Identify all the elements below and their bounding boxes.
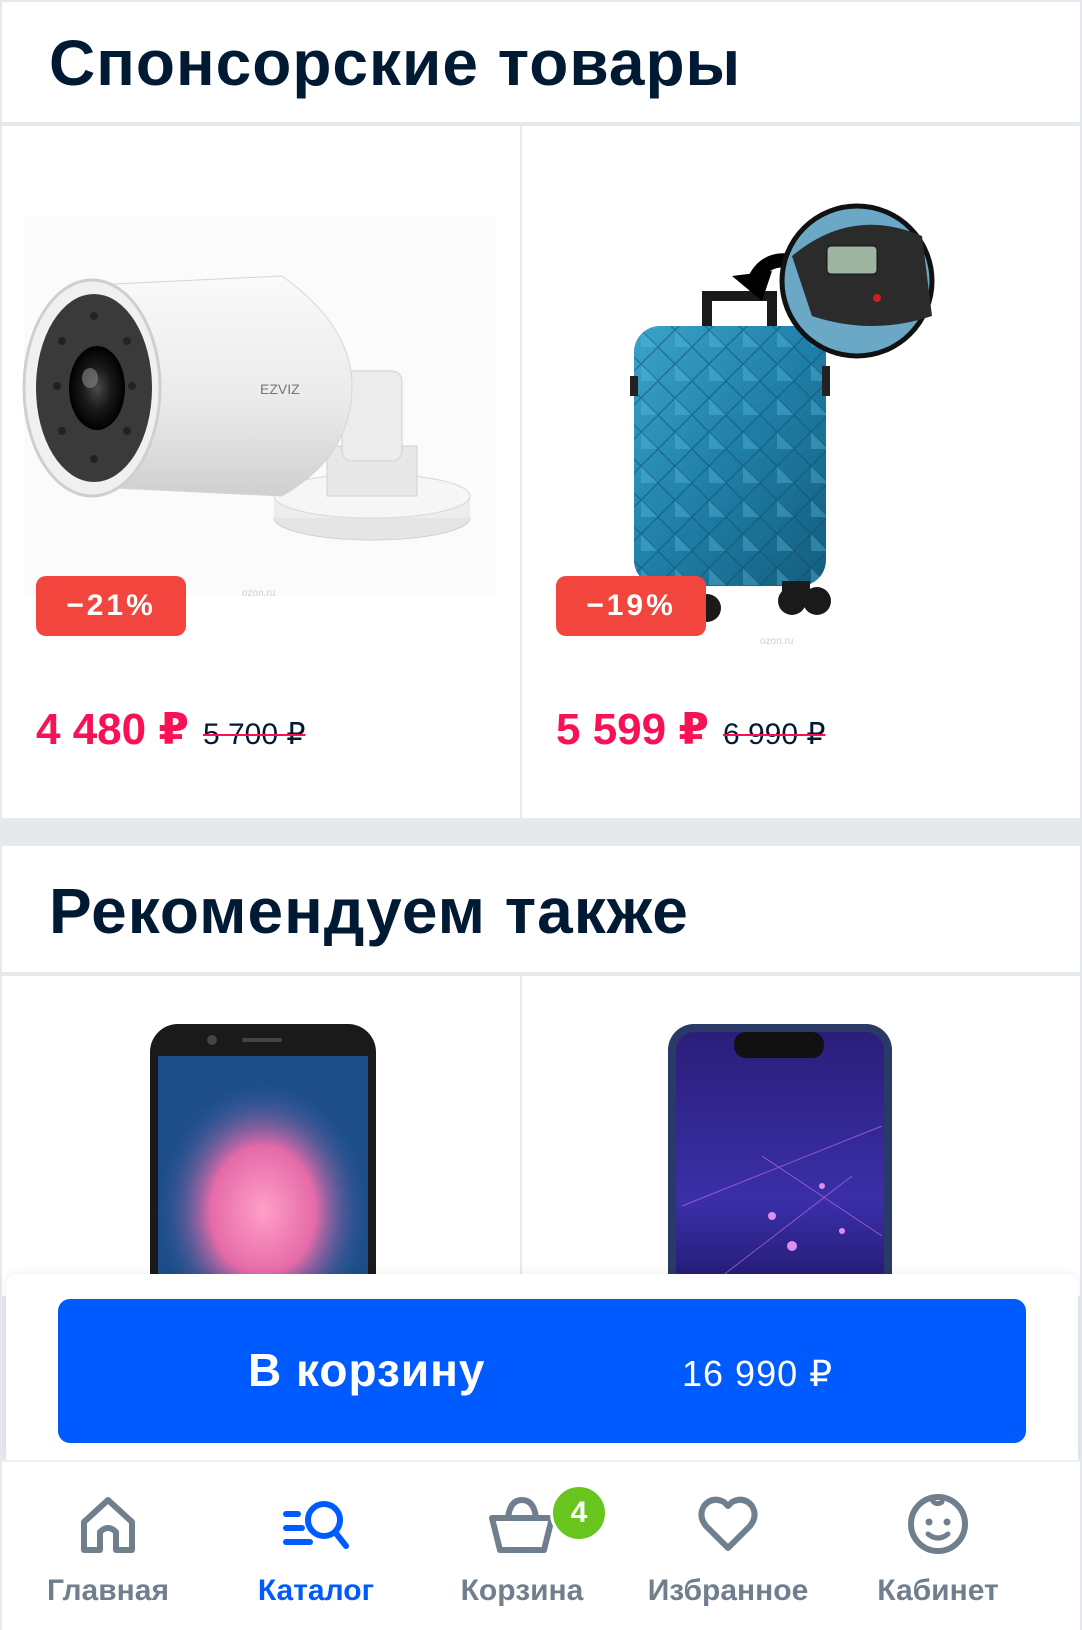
- add-to-cart-panel: В корзину 16 990 ₽: [6, 1274, 1078, 1460]
- phone-image[interactable]: [2, 976, 520, 1296]
- nav-favorites[interactable]: Избранное: [628, 1462, 828, 1630]
- nav-profile-label: Кабинет: [877, 1574, 999, 1607]
- sponsored-title: Спонсорские товары: [2, 2, 1080, 122]
- recommended-title: Рекомендуем также: [2, 846, 1080, 972]
- catalog-search-icon: [283, 1501, 349, 1549]
- heart-icon: [698, 1496, 758, 1551]
- add-to-cart-price: 16 990 ₽: [682, 1353, 834, 1394]
- suitcase-watermark: ozon.ru: [760, 636, 793, 647]
- discount-badge: −21%: [36, 576, 186, 636]
- product-old-price: 5 700 ₽: [202, 718, 306, 751]
- camera-watermark: ozon.ru: [242, 588, 275, 599]
- nav-catalog[interactable]: Каталог: [216, 1462, 416, 1630]
- product-card-camera[interactable]: EZVIZ ozon.ru −21% 4 480 ₽ 5 700 ₽: [2, 126, 520, 818]
- nav-cart[interactable]: 4 Корзина: [422, 1462, 622, 1630]
- profile-icon: [908, 1494, 968, 1554]
- phone-image[interactable]: [522, 976, 1080, 1296]
- nav-cart-label: Корзина: [460, 1574, 584, 1607]
- home-icon: [81, 1497, 135, 1553]
- product-old-price: 6 990 ₽: [722, 718, 826, 751]
- price-row: 5 599 ₽ 6 990 ₽: [556, 704, 825, 755]
- discount-badge: −19%: [556, 576, 706, 636]
- price-row: 4 480 ₽ 5 700 ₽: [36, 704, 305, 755]
- product-card-phone-2[interactable]: [522, 976, 1080, 1296]
- nav-home-label: Главная: [46, 1574, 169, 1607]
- nav-catalog-label: Каталог: [257, 1574, 375, 1607]
- add-to-cart-label: В корзину: [248, 1344, 486, 1396]
- product-card-phone-1[interactable]: [2, 976, 520, 1296]
- screen: Спонсорские товары EZVIZ ozon.ru −21% 4 …: [0, 0, 1082, 1630]
- basket-icon: [489, 1496, 555, 1553]
- cart-count-badge: 4: [550, 1484, 608, 1542]
- product-price: 4 480 ₽: [36, 705, 189, 754]
- nav-favorites-label: Избранное: [647, 1574, 809, 1607]
- add-to-cart-button[interactable]: В корзину 16 990 ₽: [58, 1299, 1026, 1443]
- product-card-suitcase[interactable]: ozon.ru −19% 5 599 ₽ 6 990 ₽: [522, 126, 1080, 818]
- bottom-nav: Главная Каталог 4 Корзина Избранное Каби…: [2, 1460, 1080, 1630]
- product-price: 5 599 ₽: [556, 705, 709, 754]
- camera-brand-text: EZVIZ: [260, 381, 300, 397]
- nav-profile[interactable]: Кабинет: [838, 1462, 1038, 1630]
- nav-home[interactable]: Главная: [8, 1462, 208, 1630]
